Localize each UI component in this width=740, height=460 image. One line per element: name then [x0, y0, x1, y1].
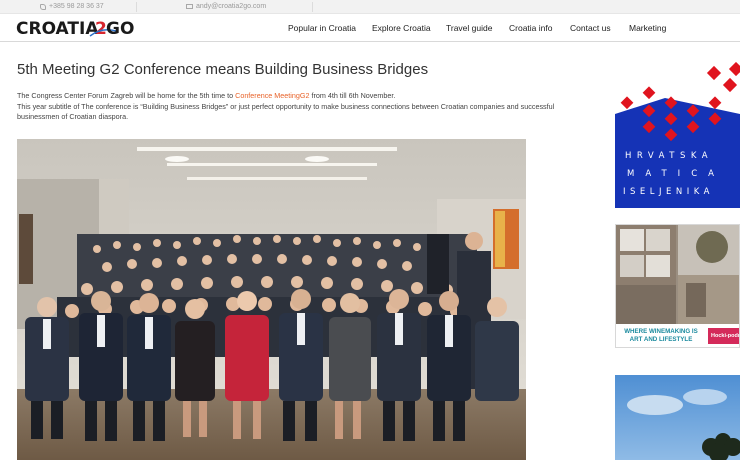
nav-contact-us[interactable]: Contact us: [570, 23, 611, 33]
matica-line-1: HRVATSKA: [625, 151, 713, 161]
intro-text: The Congress Center Forum Zagreb will be…: [17, 91, 236, 100]
email-address[interactable]: andy@croatia2go.com: [196, 3, 266, 10]
intro-text: from 4th till 6th November.: [309, 91, 396, 100]
mail-icon: [186, 4, 193, 9]
ad2-caption: WHERE WINEMAKING IS ART AND LIFESTYLE Ho…: [616, 324, 739, 347]
sky-photo: [615, 375, 740, 460]
intro-paragraph-1: The Congress Center Forum Zagreb will be…: [17, 91, 597, 102]
group-photo-image: [17, 139, 526, 460]
nav-popular-in-croatia[interactable]: Popular in Croatia: [288, 23, 356, 33]
site-logo[interactable]: CROATIA 2 GO: [16, 17, 140, 39]
ad-hrvatska-matica-iseljenika[interactable]: HRVATSKA MATICA ISELJENIKA: [615, 62, 740, 208]
phone-icon: [40, 3, 46, 10]
site-header: CROATIA 2 GO Popular in Croatia Explore …: [0, 14, 740, 42]
matica-banner: HRVATSKA MATICA ISELJENIKA: [615, 62, 740, 208]
ad2-caption-text: WHERE WINEMAKING IS ART AND LIFESTYLE: [620, 328, 702, 344]
ad2-caption-line-1: WHERE WINEMAKING IS: [624, 328, 698, 335]
matica-line-3: ISELJENIKA: [623, 187, 714, 197]
ad-winemaking[interactable]: WHERE WINEMAKING IS ART AND LIFESTYLE Ho…: [615, 224, 740, 348]
article-title: 5th Meeting G2 Conference means Building…: [17, 61, 429, 78]
phone-number[interactable]: +385 98 28 36 37: [49, 3, 104, 10]
matica-line-2: MATICA: [627, 169, 725, 179]
divider: [312, 2, 313, 12]
winemaking-photo: [616, 225, 739, 324]
logo-text-left: CROATIA: [16, 19, 99, 39]
phone-contact[interactable]: +385 98 28 36 37: [40, 3, 104, 10]
ad2-brand-tag: Hocki-podr: [708, 328, 739, 344]
ad-sky-photo[interactable]: [615, 375, 740, 460]
article-intro: The Congress Center Forum Zagreb will be…: [17, 91, 597, 123]
nav-travel-guide[interactable]: Travel guide: [446, 23, 492, 33]
conference-group-photo: [17, 139, 526, 460]
divider: [136, 2, 137, 12]
email-contact[interactable]: andy@croatia2go.com: [186, 3, 266, 10]
ad2-caption-line-2: ART AND LIFESTYLE: [629, 336, 693, 343]
nav-explore-croatia[interactable]: Explore Croatia: [372, 23, 431, 33]
nav-marketing[interactable]: Marketing: [629, 23, 666, 33]
conference-link[interactable]: Conference MeetingG2: [235, 91, 309, 100]
intro-paragraph-2: This year subtitle of The conference is …: [17, 101, 555, 122]
top-contact-bar: +385 98 28 36 37 andy@croatia2go.com: [0, 0, 740, 14]
nav-croatia-info[interactable]: Croatia info: [509, 23, 552, 33]
logo-text-right: GO: [106, 19, 134, 39]
croatia2go-logo: CROATIA 2 GO: [16, 19, 134, 39]
